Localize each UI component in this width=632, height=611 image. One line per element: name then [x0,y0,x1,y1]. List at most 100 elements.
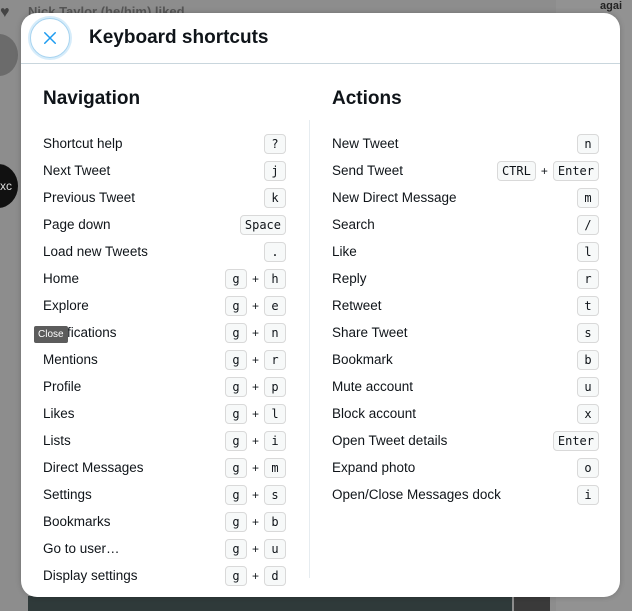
shortcut-row: New Direct Message m [332,184,599,211]
key-separator: + [251,352,259,367]
shortcut-label: Retweet [332,298,382,313]
key-separator: + [251,433,259,448]
shortcut-keys: g + i [224,430,286,451]
key-cap: n [264,322,286,343]
key-cap: b [264,511,286,532]
key-cap: i [577,484,599,505]
shortcut-label: Load new Tweets [43,244,148,259]
key-cap: g [224,538,247,559]
background-image [514,596,550,611]
key-cap: o [577,457,599,478]
key-cap: . [264,241,286,262]
shortcut-label: Block account [332,406,417,421]
shortcut-keys: l [577,241,599,262]
key-cap: CTRL [496,160,536,181]
shortcut-row: Direct Messages g + m [43,454,286,481]
shortcut-row: Send Tweet CTRL + Enter [332,157,599,184]
shortcut-label: Lists [43,433,71,448]
shortcut-label: Shortcut help [43,136,123,151]
shortcut-label: Bookmarks [43,514,111,529]
shortcut-keys: Enter [552,430,599,451]
shortcut-label: Mute account [332,379,414,394]
key-cap: g [224,430,247,451]
key-cap: x [577,403,599,424]
shortcut-keys: g + u [224,538,286,559]
shortcut-keys: i [577,484,599,505]
shortcut-keys: x [577,403,599,424]
shortcut-keys: g + d [224,565,286,586]
shortcut-keys: o [577,457,599,478]
shortcut-row: Open/Close Messages dock i [332,481,599,508]
shortcut-row: Block account x [332,400,599,427]
shortcut-keys: t [577,295,599,316]
column-divider [309,120,310,578]
shortcut-keys: g + s [224,484,286,505]
key-cap: g [224,322,247,343]
shortcut-label: Likes [43,406,75,421]
key-cap: ? [264,133,286,154]
shortcut-keys: m [577,187,599,208]
shortcut-label: Bookmark [332,352,393,367]
shortcut-row: Display settings g + d [43,562,286,589]
shortcut-row: Bookmarks g + b [43,508,286,535]
shortcut-row: Settings g + s [43,481,286,508]
key-cap: s [577,322,599,343]
shortcut-row: Go to user… g + u [43,535,286,562]
shortcut-row: Profile g + p [43,373,286,400]
key-cap: k [264,187,286,208]
key-separator: + [251,406,259,421]
shortcut-keys: g + r [224,349,286,370]
key-cap: s [264,484,286,505]
key-cap: b [577,349,599,370]
key-separator: + [251,460,259,475]
key-cap: l [264,403,286,424]
shortcut-label: Open/Close Messages dock [332,487,501,502]
key-cap: e [264,295,286,316]
shortcut-label: Like [332,244,357,259]
shortcut-label: Direct Messages [43,460,144,475]
close-icon [44,32,56,44]
key-cap: Enter [552,430,599,451]
shortcut-label: Explore [43,298,89,313]
shortcut-row: Share Tweet s [332,319,599,346]
shortcut-label: Open Tweet details [332,433,448,448]
shortcut-row: Explore g + e [43,292,286,319]
shortcut-keys: g + p [224,376,286,397]
heart-icon: ♥ [0,4,10,21]
key-cap: l [577,241,599,262]
key-cap: m [264,457,286,478]
shortcut-keys: j [264,160,286,181]
navigation-heading: Navigation [43,88,141,109]
navigation-section: Navigation Shortcut help? Next Tweet j Prev… [43,85,286,589]
dialog-header: Keyboard shortcuts [21,13,620,64]
close-button[interactable] [30,18,70,58]
key-cap: / [577,214,599,235]
key-separator: + [251,298,259,313]
actions-section: Actions New Tweet n Send Tweet CTRL + Enter Ne… [332,85,599,508]
key-cap: g [224,484,247,505]
navigation-shortcut-list: Shortcut help? Next Tweet j Previous Tweet k… [43,130,286,589]
key-cap: g [224,376,247,397]
key-separator: + [251,568,259,583]
key-cap: n [577,133,599,154]
actions-heading: Actions [332,88,402,109]
shortcut-label: Home [43,271,80,286]
shortcut-row: Page down Space [43,211,286,238]
close-tooltip: Close [34,326,68,343]
key-separator: + [540,163,548,178]
shortcut-label: New Tweet [332,136,399,151]
shortcut-row: Likes g + l [43,400,286,427]
shortcut-label: Send Tweet [332,163,404,178]
shortcut-keys: ? [264,133,286,154]
shortcut-row: Notifications g + n [43,319,286,346]
actions-shortcut-list: New Tweet n Send Tweet CTRL + Enter New Direct… [332,130,599,508]
key-cap: g [224,565,247,586]
key-separator: + [251,325,259,340]
shortcut-keys: b [577,349,599,370]
shortcut-row: New Tweet n [332,130,599,157]
key-cap: u [264,538,286,559]
shortcut-row: Previous Tweet k [43,184,286,211]
shortcut-label: Go to user… [43,541,120,556]
shortcut-keys: Space [239,214,286,235]
shortcut-label: Next Tweet [43,163,111,178]
